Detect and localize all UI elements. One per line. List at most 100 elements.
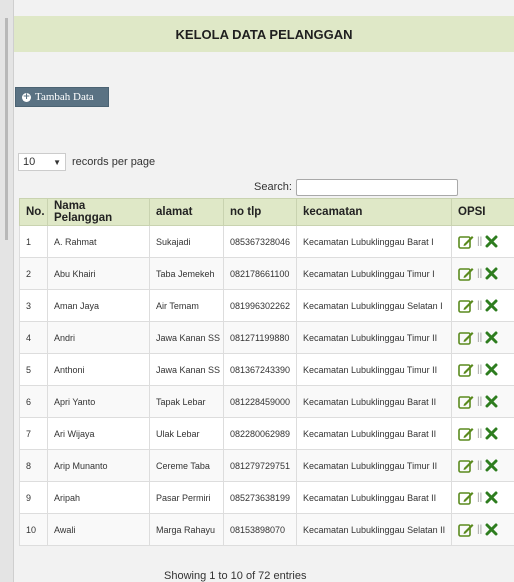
edit-icon[interactable] <box>458 522 474 538</box>
column-header[interactable]: Nama Pelanggan <box>47 198 150 226</box>
customer-name: Aman Jaya <box>47 289 150 322</box>
row-number: 3 <box>19 289 48 322</box>
records-per-page-select[interactable]: 10 ▼ <box>18 153 66 171</box>
pagination-info: Showing 1 to 10 of 72 entries <box>164 570 307 582</box>
row-number: 8 <box>19 449 48 482</box>
customer-name: Anthoni <box>47 353 150 386</box>
delete-icon[interactable] <box>485 459 498 472</box>
edit-icon[interactable] <box>458 266 474 282</box>
search-input[interactable] <box>295 178 458 196</box>
page-scrollbar[interactable] <box>0 0 14 582</box>
column-header[interactable]: No. <box>19 198 48 226</box>
row-actions: || <box>451 385 514 418</box>
row-actions: || <box>451 417 514 450</box>
edit-icon[interactable] <box>458 234 474 250</box>
table-body: 1 A. Rahmat Sukajadi 085367328046 Kecamatan … <box>19 225 514 546</box>
action-separator: || <box>477 299 483 311</box>
plus-circle-icon: + <box>22 91 31 102</box>
scrollbar-thumb[interactable] <box>5 18 8 240</box>
customer-district: Kecamatan Lubuklinggau Barat II <box>296 417 452 450</box>
customer-name: Awali <box>47 513 150 546</box>
customer-phone: 082280062989 <box>223 417 297 450</box>
page-title: KELOLA DATA PELANGGAN <box>14 16 514 52</box>
delete-icon[interactable] <box>485 427 498 440</box>
column-header[interactable]: OPSI <box>451 198 514 226</box>
customer-name: A. Rahmat <box>47 225 150 258</box>
customer-district: Kecamatan Lubuklinggau Timur II <box>296 321 452 354</box>
edit-icon[interactable] <box>458 298 474 314</box>
edit-icon[interactable] <box>458 426 474 442</box>
add-data-button[interactable]: + Tambah Data <box>15 87 109 107</box>
row-actions: || <box>451 449 514 482</box>
table-row: 8 Arip Munanto Cereme Taba 081279729751 Keca… <box>19 449 514 482</box>
delete-icon[interactable] <box>485 331 498 344</box>
customer-name: Aripah <box>47 481 150 514</box>
customer-address: Air Temam <box>149 289 224 322</box>
edit-icon[interactable] <box>458 330 474 346</box>
table-row: 4 Andri Jawa Kanan SS 081271199880 Kecamatan… <box>19 321 514 354</box>
customer-phone: 081228459000 <box>223 385 297 418</box>
customer-phone: 08153898070 <box>223 513 297 546</box>
row-number: 2 <box>19 257 48 290</box>
customer-address: Ulak Lebar <box>149 417 224 450</box>
customer-address: Marga Rahayu <box>149 513 224 546</box>
customer-address: Pasar Permiri <box>149 481 224 514</box>
edit-icon[interactable] <box>458 458 474 474</box>
delete-icon[interactable] <box>485 523 498 536</box>
records-per-page-label: records per page <box>72 156 156 168</box>
delete-icon[interactable] <box>485 491 498 504</box>
records-per-page: 10 ▼ records per page <box>18 152 155 172</box>
action-separator: || <box>477 363 483 375</box>
customer-phone: 081996302262 <box>223 289 297 322</box>
table-header-row: No. Nama Pelanggan alamat no tlp kecamat… <box>19 198 514 226</box>
customer-district: Kecamatan Lubuklinggau Timur II <box>296 449 452 482</box>
customer-name: Abu Khairi <box>47 257 150 290</box>
row-number: 5 <box>19 353 48 386</box>
customer-address: Cereme Taba <box>149 449 224 482</box>
table-row: 10 Awali Marga Rahayu 08153898070 Kecamatan … <box>19 513 514 546</box>
action-separator: || <box>477 331 483 343</box>
column-header[interactable]: kecamatan <box>296 198 452 226</box>
delete-icon[interactable] <box>485 235 498 248</box>
table-row: 6 Apri Yanto Tapak Lebar 081228459000 Kecama… <box>19 385 514 418</box>
customer-district: Kecamatan Lubuklinggau Selatan II <box>296 513 452 546</box>
records-per-page-value: 10 <box>23 156 36 168</box>
customer-name: Andri <box>47 321 150 354</box>
row-number: 1 <box>19 225 48 258</box>
action-separator: || <box>477 523 483 535</box>
customer-district: Kecamatan Lubuklinggau Barat II <box>296 385 452 418</box>
search-label: Search: <box>254 181 292 193</box>
customer-name: Apri Yanto <box>47 385 150 418</box>
customer-address: Sukajadi <box>149 225 224 258</box>
edit-icon[interactable] <box>458 394 474 410</box>
customer-name: Arip Munanto <box>47 449 150 482</box>
customer-district: Kecamatan Lubuklinggau Timur I <box>296 257 452 290</box>
row-number: 9 <box>19 481 48 514</box>
customer-phone: 081367243390 <box>223 353 297 386</box>
customer-address: Taba Jemekeh <box>149 257 224 290</box>
customer-name: Ari Wijaya <box>47 417 150 450</box>
action-separator: || <box>477 395 483 407</box>
customer-phone: 085367328046 <box>223 225 297 258</box>
delete-icon[interactable] <box>485 395 498 408</box>
row-actions: || <box>451 481 514 514</box>
row-actions: || <box>451 513 514 546</box>
customer-district: Kecamatan Lubuklinggau Barat II <box>296 481 452 514</box>
customer-district: Kecamatan Lubuklinggau Barat I <box>296 225 452 258</box>
column-header[interactable]: alamat <box>149 198 224 226</box>
row-actions: || <box>451 353 514 386</box>
table-row: 2 Abu Khairi Taba Jemekeh 082178661100 Kecam… <box>19 257 514 290</box>
table-row: 1 A. Rahmat Sukajadi 085367328046 Kecamatan … <box>19 225 514 258</box>
customer-district: Kecamatan Lubuklinggau Timur II <box>296 353 452 386</box>
edit-icon[interactable] <box>458 362 474 378</box>
delete-icon[interactable] <box>485 363 498 376</box>
dropdown-caret-icon: ▼ <box>53 157 61 167</box>
customer-address: Jawa Kanan SS <box>149 353 224 386</box>
row-number: 10 <box>19 513 48 546</box>
edit-icon[interactable] <box>458 490 474 506</box>
delete-icon[interactable] <box>485 267 498 280</box>
delete-icon[interactable] <box>485 299 498 312</box>
column-header[interactable]: no tlp <box>223 198 297 226</box>
add-data-label: Tambah Data <box>35 91 94 103</box>
row-number: 7 <box>19 417 48 450</box>
